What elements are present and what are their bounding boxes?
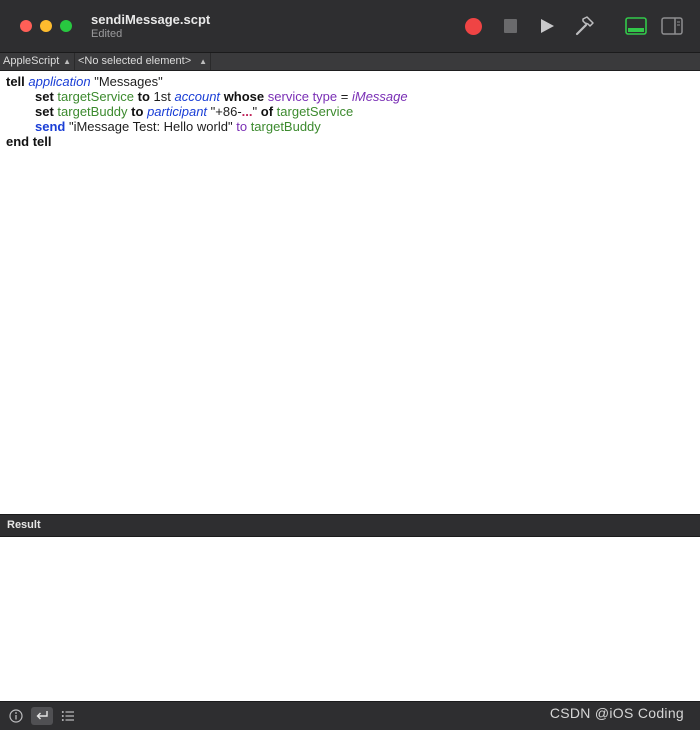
code-token: set <box>35 89 54 104</box>
element-popup[interactable]: <No selected element> ▲︎ <box>75 53 211 70</box>
show-inspector-button[interactable] <box>660 14 684 38</box>
zoom-window-button[interactable] <box>60 20 72 32</box>
code-token: service type <box>267 89 338 104</box>
log-panel-icon <box>625 17 647 35</box>
language-label: AppleScript <box>3 55 60 67</box>
info-icon <box>9 709 23 723</box>
document-status[interactable]: Edited <box>91 28 122 40</box>
hammer-icon <box>575 16 594 36</box>
run-button[interactable] <box>535 14 559 38</box>
code-line[interactable]: set targetBuddy to participant "+86-..."… <box>35 104 353 119</box>
code-token: targetService <box>276 104 354 119</box>
record-button[interactable] <box>461 14 485 38</box>
chevron-updown-icon: ▲︎ <box>199 57 207 66</box>
result-title: Result <box>7 519 41 531</box>
code-token: 1st <box>153 89 171 104</box>
close-window-button[interactable] <box>20 20 32 32</box>
code-token: "iMessage Test: Hello world" <box>68 119 233 134</box>
show-log-button[interactable] <box>624 14 648 38</box>
play-icon <box>541 19 554 33</box>
code-token: to <box>131 104 144 119</box>
bottom-bar: CSDN @iOS Coding <box>0 701 700 730</box>
record-icon <box>464 17 482 35</box>
code-token: "+86- <box>210 104 242 119</box>
result-pane-header: Result <box>0 514 700 537</box>
code-token: application <box>28 74 91 89</box>
code-token: participant <box>147 104 208 119</box>
script-editor-window: sendiMessage.scpt Edited AppleScript ▲︎ … <box>0 0 700 730</box>
code-token: ... <box>241 104 253 119</box>
code-token: = <box>337 89 352 104</box>
title-bar: sendiMessage.scpt Edited <box>0 0 700 53</box>
element-label: <No selected element> <box>78 55 192 67</box>
sidebar-icon <box>661 17 683 35</box>
code-token: targetBuddy <box>57 104 128 119</box>
code-token: "Messages" <box>94 74 163 89</box>
stop-icon <box>503 19 517 33</box>
result-pane[interactable] <box>0 537 700 701</box>
code-token: set <box>35 104 54 119</box>
stop-button[interactable] <box>498 14 522 38</box>
result-tab-button[interactable] <box>31 707 53 725</box>
code-token: of <box>260 104 274 119</box>
code-token: send <box>35 119 66 134</box>
minimize-window-button[interactable] <box>40 20 52 32</box>
code-token: to <box>236 119 248 134</box>
watermark-text: CSDN @iOS Coding <box>549 705 684 721</box>
code-token: end tell <box>6 134 52 149</box>
description-tab-button[interactable] <box>5 707 27 725</box>
code-token: targetBuddy <box>250 119 321 134</box>
code-token: tell <box>6 74 25 89</box>
code-token: to <box>137 89 150 104</box>
return-arrow-icon <box>36 711 48 720</box>
code-line[interactable]: tell application "Messages" <box>6 74 163 89</box>
code-token: iMessage <box>351 89 408 104</box>
list-icon <box>61 711 74 721</box>
compile-button[interactable] <box>572 14 596 38</box>
code-token: account <box>174 89 221 104</box>
chevron-updown-icon: ▲︎ <box>63 57 71 66</box>
script-editor[interactable]: tell application "Messages" set targetSer… <box>0 71 700 513</box>
code-line[interactable]: send "iMessage Test: Hello world" to tar… <box>35 119 321 134</box>
language-popup[interactable]: AppleScript ▲︎ <box>0 53 75 70</box>
document-title: sendiMessage.scpt <box>91 12 211 27</box>
code-token: targetService <box>57 89 135 104</box>
code-line[interactable]: end tell <box>6 134 52 149</box>
navigation-bar: AppleScript ▲︎ <No selected element> ▲︎ <box>0 53 700 71</box>
code-line[interactable]: set targetService to 1st account whose s… <box>35 89 408 104</box>
code-token: whose <box>223 89 265 104</box>
events-tab-button[interactable] <box>57 707 79 725</box>
